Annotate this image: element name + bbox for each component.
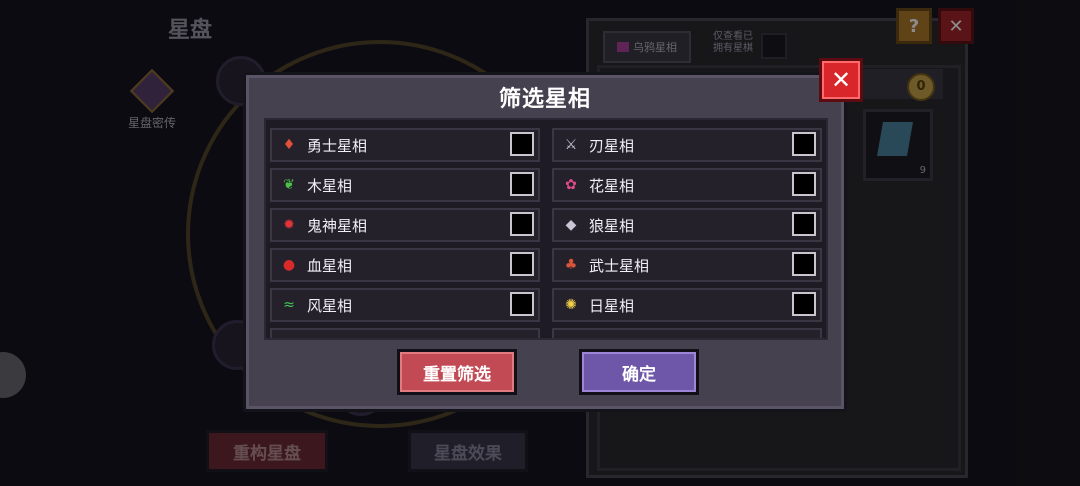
filter-option-label: 狼星相 xyxy=(589,216,635,235)
filter-option-row[interactable]: ● 血星相 xyxy=(270,248,540,282)
blade-icon: ⚔ xyxy=(564,137,578,153)
wind-icon: ≈ xyxy=(283,297,295,313)
filter-checkbox[interactable] xyxy=(792,252,816,276)
flower-icon: ✿ xyxy=(565,177,577,193)
reset-filter-button[interactable]: 重置筛选 xyxy=(397,349,517,395)
filter-option-row[interactable]: ✹ 鬼神星相 xyxy=(270,208,540,242)
filter-option-list[interactable]: ♦ 勇士星相 ❦ 木星相 ✹ 鬼神星相 ● 血星相 ≈ 风星相 ⚔ 刃星相 ✿ 花星相 ◆ 狼星相 ♣ 武士星相… xyxy=(264,118,828,340)
filter-option-row[interactable]: ✺ 日星相 xyxy=(552,288,822,322)
filter-checkbox[interactable] xyxy=(510,172,534,196)
close-icon[interactable]: ✕ xyxy=(819,58,863,102)
filter-option-label: 刃星相 xyxy=(589,136,635,155)
filter-checkbox[interactable] xyxy=(510,292,534,316)
filter-checkbox[interactable] xyxy=(510,252,534,276)
filter-option-label: 武士星相 xyxy=(589,256,650,275)
blood-drop-icon: ● xyxy=(282,257,296,273)
filter-checkbox[interactable] xyxy=(510,212,534,236)
filter-option-label: 血星相 xyxy=(307,256,353,275)
wolf-icon: ◆ xyxy=(565,217,577,233)
filter-option-label: 鬼神星相 xyxy=(307,216,368,235)
dialog-title: 筛选星相 xyxy=(498,87,591,112)
warrior-icon: ♦ xyxy=(282,137,296,153)
filter-option-label: 勇士星相 xyxy=(307,136,368,155)
leaf-icon: ❦ xyxy=(283,177,295,193)
filter-checkbox[interactable] xyxy=(792,172,816,196)
filter-option-label: 木星相 xyxy=(307,176,353,195)
filter-option-row[interactable]: ≈ 风星相 xyxy=(270,288,540,322)
filter-option-row[interactable]: ⚔ 刃星相 xyxy=(552,128,822,162)
filter-checkbox[interactable] xyxy=(792,212,816,236)
filter-option-label: 日星相 xyxy=(589,296,635,315)
filter-option-row[interactable] xyxy=(552,328,822,338)
filter-option-row[interactable]: ◆ 狼星相 xyxy=(552,208,822,242)
filter-checkbox[interactable] xyxy=(510,132,534,156)
filter-option-label: 花星相 xyxy=(589,176,635,195)
filter-option-label: 风星相 xyxy=(307,296,353,315)
confirm-button[interactable]: 确定 xyxy=(579,349,699,395)
samurai-icon: ♣ xyxy=(564,257,578,273)
filter-checkbox[interactable] xyxy=(792,132,816,156)
filter-option-row[interactable]: ✿ 花星相 xyxy=(552,168,822,202)
filter-option-row[interactable]: ♦ 勇士星相 xyxy=(270,128,540,162)
filter-option-row[interactable] xyxy=(270,328,540,338)
demon-icon: ✹ xyxy=(283,217,295,233)
filter-option-row[interactable]: ♣ 武士星相 xyxy=(552,248,822,282)
filter-checkbox[interactable] xyxy=(792,292,816,316)
filter-option-row[interactable]: ❦ 木星相 xyxy=(270,168,540,202)
sun-icon: ✺ xyxy=(565,297,577,313)
